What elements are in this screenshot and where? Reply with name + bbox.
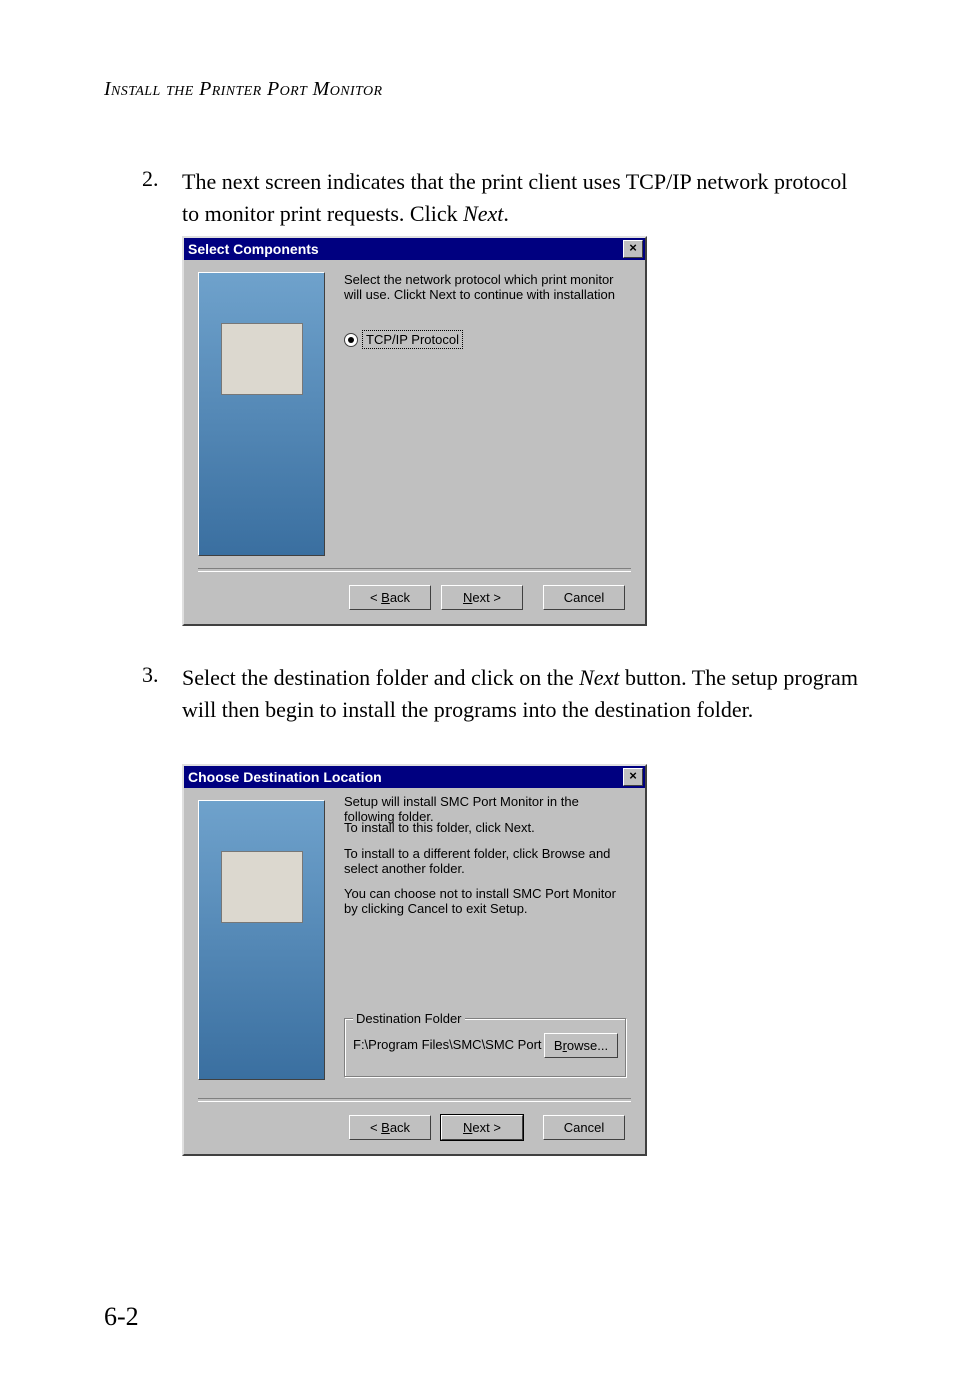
close-icon[interactable]: × (623, 240, 643, 258)
page-header: Install the Printer Port Monitor (104, 78, 382, 101)
tcpip-protocol-radio[interactable]: TCP/IP Protocol (344, 330, 463, 349)
back-button[interactable]: < Back (349, 1115, 431, 1140)
dialog2-line2: To install to this folder, click Next. (344, 820, 625, 835)
step3-text-a: Select the destination folder and click … (182, 665, 579, 690)
select-components-dialog: Select Components × Select the network p… (182, 236, 647, 626)
step3-number: 3. (142, 662, 159, 688)
page-number: 6-2 (104, 1302, 139, 1332)
dialog2-buttons: < Back Next > Cancel (349, 1115, 625, 1140)
installshield-sidebar-image (198, 272, 325, 556)
browse-button[interactable]: Browse... (544, 1033, 618, 1058)
choose-destination-dialog: Choose Destination Location × Setup will… (182, 764, 647, 1156)
step2-text-a: The next screen indicates that the print… (182, 169, 847, 226)
step2-text-c: . (503, 201, 509, 226)
step3-next-word: Next (579, 665, 619, 690)
next-button[interactable]: Next > (441, 1115, 523, 1140)
destination-folder-label: Destination Folder (353, 1011, 465, 1026)
step2-text: The next screen indicates that the print… (182, 166, 864, 230)
dialog2-divider (198, 1098, 631, 1102)
dialog2-line3: To install to a different folder, click … (344, 846, 625, 876)
back-button[interactable]: < Back (349, 585, 431, 610)
next-button[interactable]: Next > (441, 585, 523, 610)
dialog1-body: Select the network protocol which print … (184, 260, 645, 624)
cancel-button[interactable]: Cancel (543, 585, 625, 610)
dialog2-line4: You can choose not to install SMC Port M… (344, 886, 625, 916)
radio-dot-icon (344, 333, 358, 347)
cancel-button[interactable]: Cancel (543, 1115, 625, 1140)
step2-next-word: Next (463, 201, 503, 226)
dialog2-title: Choose Destination Location (188, 769, 382, 785)
dialog1-title: Select Components (188, 241, 319, 257)
dialog1-divider (198, 568, 631, 572)
step2-number: 2. (142, 166, 159, 192)
step3-text: Select the destination folder and click … (182, 662, 864, 726)
destination-folder-group: Destination Folder F:\Program Files\SMC\… (344, 1018, 627, 1078)
tcpip-radio-label: TCP/IP Protocol (362, 330, 463, 349)
dialog1-instructions: Select the network protocol which print … (344, 272, 625, 302)
close-icon[interactable]: × (623, 768, 643, 786)
dialog1-buttons: < Back Next > Cancel (349, 585, 625, 610)
dialog2-titlebar: Choose Destination Location × (184, 766, 645, 788)
installshield-sidebar-image (198, 800, 325, 1080)
dialog1-titlebar: Select Components × (184, 238, 645, 260)
dialog2-body: Setup will install SMC Port Monitor in t… (184, 788, 645, 1154)
